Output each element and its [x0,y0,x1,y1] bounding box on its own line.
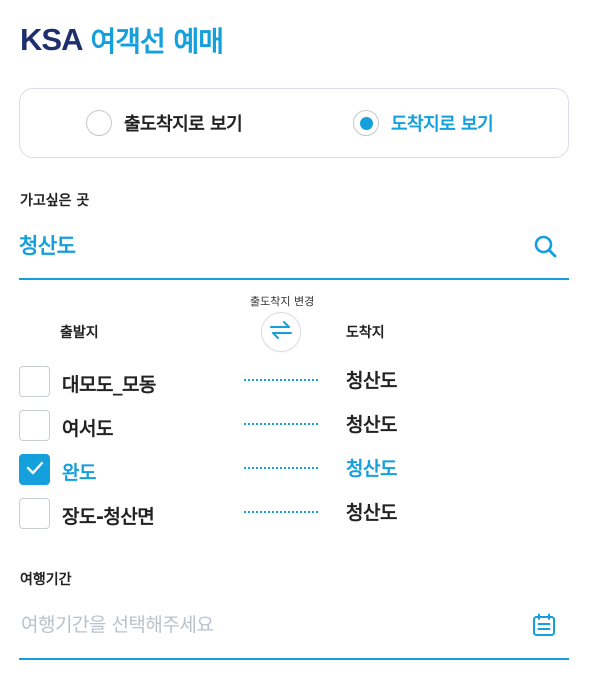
calendar-icon[interactable] [531,612,557,638]
page-title: 여객선 예매 [90,25,224,58]
brand-logo: KSA [20,22,83,57]
route-departure: 여서도 [62,418,113,440]
route-row[interactable]: 여서도 청산도 [19,410,569,442]
route-departure: 완도 [62,462,96,484]
page-header: KSA 여객선 예매 [20,20,224,60]
route-row[interactable]: 대모도_모동 청산도 [19,366,569,398]
arrival-column-header: 도착지 [346,325,385,341]
route-connector [244,467,318,469]
route-arrival: 청산도 [346,502,397,524]
view-option-label: 출도착지로 보기 [124,114,243,135]
view-mode-toggle: 출도착지로 보기 도착지로 보기 [19,88,569,158]
route-row-selected[interactable]: 완도 청산도 [19,454,569,486]
route-connector [244,511,318,513]
route-checkbox[interactable] [19,366,50,397]
route-checkbox[interactable] [19,410,50,441]
route-connector [244,423,318,425]
destination-value: 청산도 [19,234,76,258]
travel-period-placeholder: 여행기간을 선택해주세요 [21,614,214,636]
swap-button[interactable] [261,312,301,352]
route-row[interactable]: 장도-청산면 청산도 [19,498,569,530]
view-option-origin-destination[interactable]: 출도착지로 보기 [86,110,243,136]
route-arrival: 청산도 [346,458,397,480]
route-connector [244,379,318,381]
route-checkbox-checked[interactable] [19,454,50,485]
destination-field[interactable]: 청산도 [19,222,569,280]
swap-caption: 출도착지 변경 [250,295,315,308]
route-checkbox[interactable] [19,498,50,529]
search-icon[interactable] [531,232,561,262]
swap-arrows-icon [269,320,293,344]
destination-label: 가고싶은 곳 [20,193,90,209]
route-arrival: 청산도 [346,414,397,436]
route-departure: 장도-청산면 [62,506,155,528]
radio-dot [359,116,373,130]
view-option-label: 도착지로 보기 [391,114,494,135]
travel-period-field[interactable]: 여행기간을 선택해주세요 [19,600,569,660]
departure-column-header: 출발지 [60,325,99,341]
view-option-destination[interactable]: 도착지로 보기 [353,110,494,136]
travel-period-label: 여행기간 [20,572,72,588]
route-departure: 대모도_모동 [62,374,156,396]
radio-selected[interactable] [353,110,379,136]
checkmark-icon [26,460,44,479]
radio-unselected[interactable] [86,110,112,136]
route-arrival: 청산도 [346,370,397,392]
